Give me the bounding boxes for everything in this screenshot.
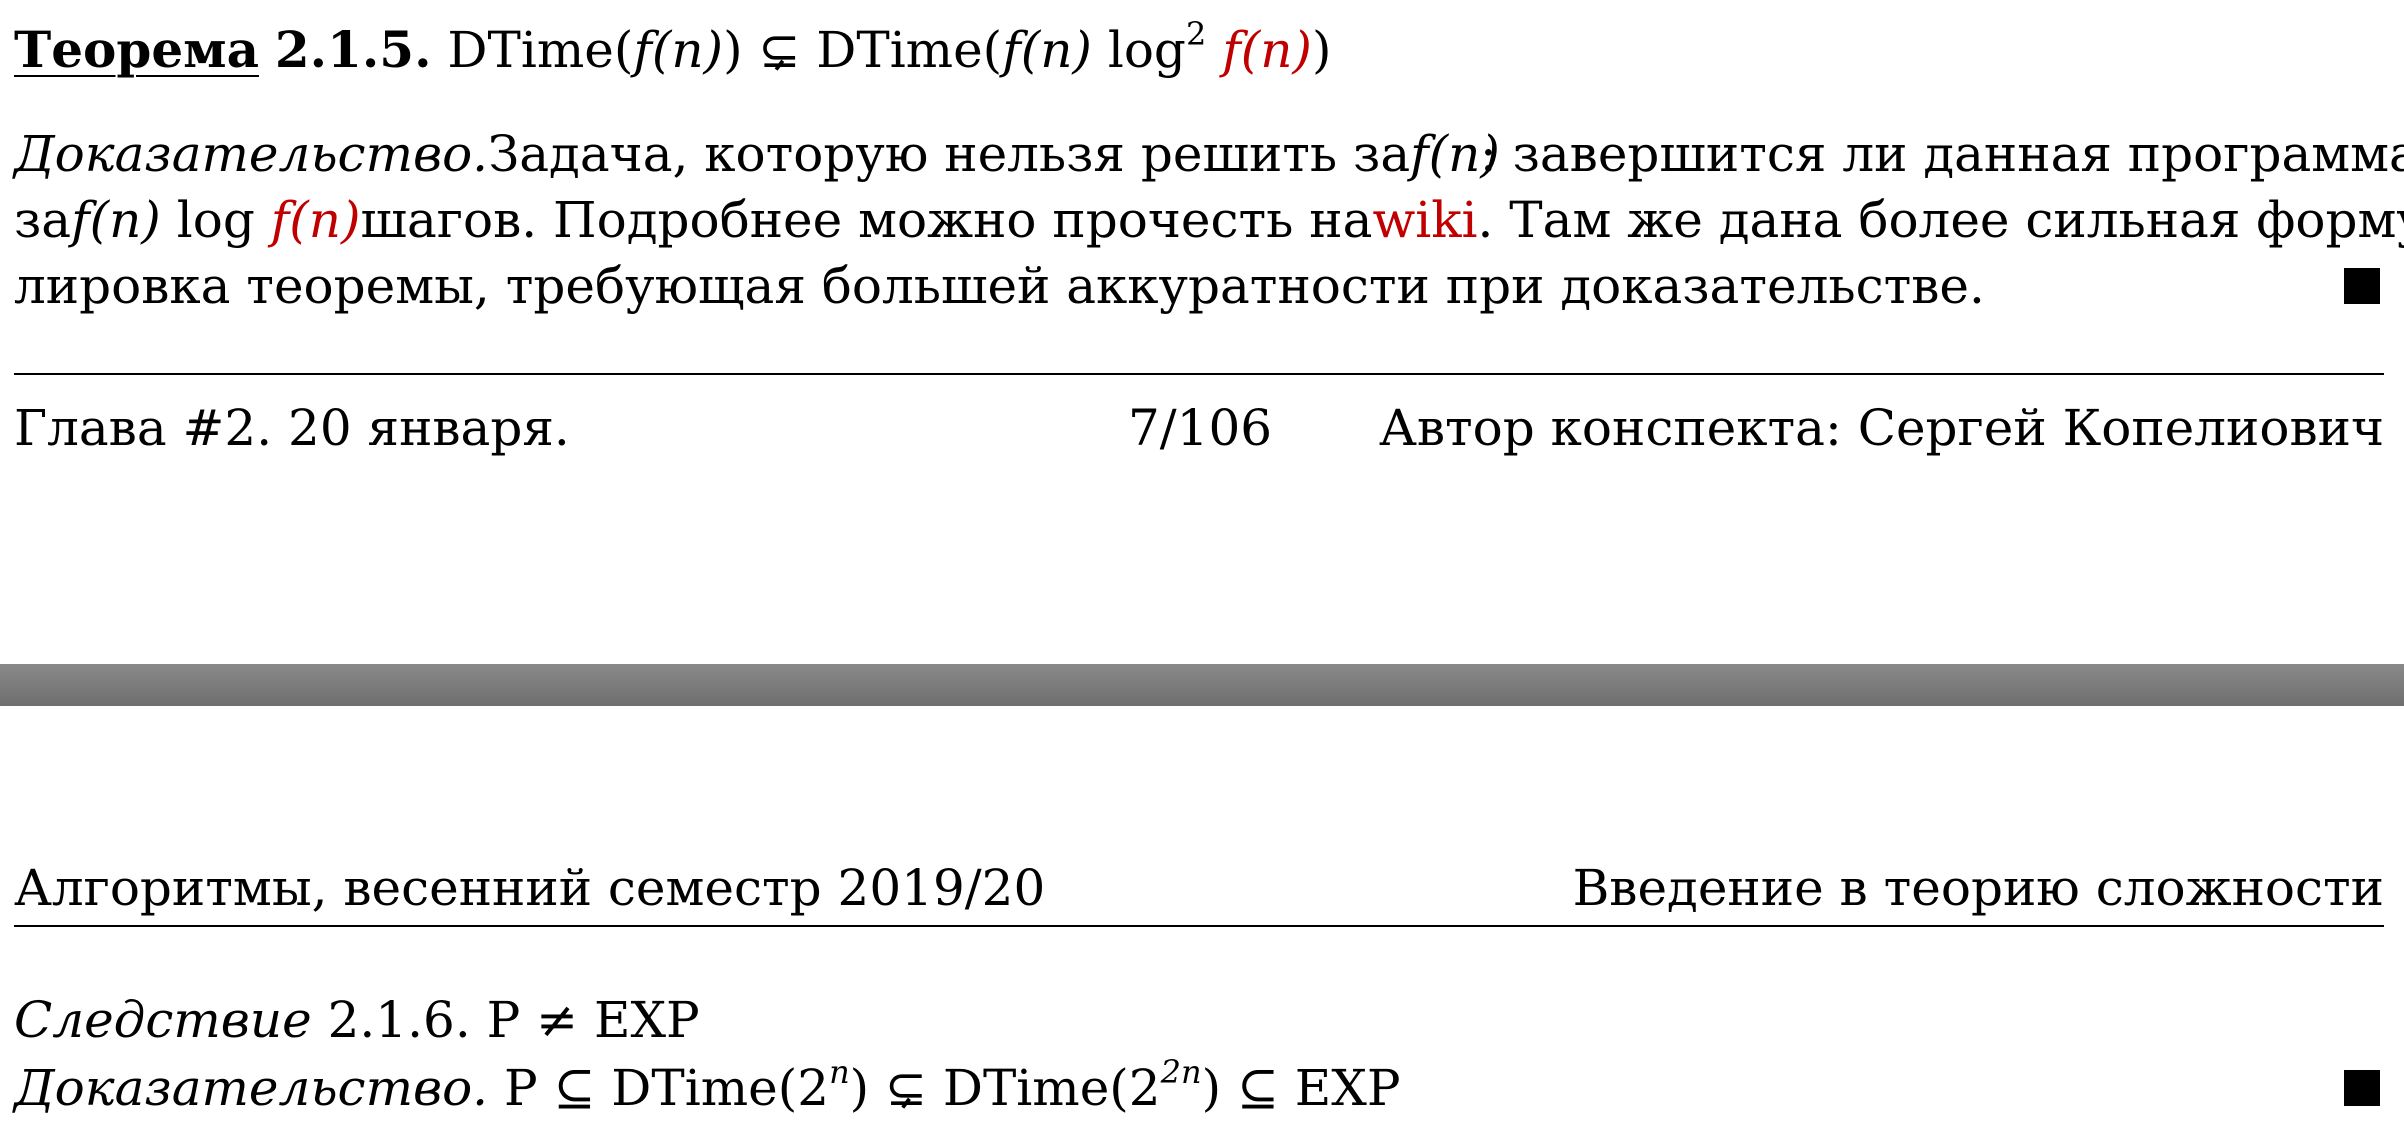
corollary-formula: P ≠ EXP: [486, 991, 700, 1049]
theorem-line: Теорема 2.1.5. DTime(f(n)) ⊊ DTime(f(n) …: [14, 18, 2384, 82]
footer-author: Автор конспекта: Сергей Копелиович: [1378, 399, 2384, 457]
proof2-label: Доказательство.: [14, 1059, 489, 1117]
proof2-line: Доказательство. P ⊆ DTime(2n) ⊊ DTime(22…: [14, 1056, 2384, 1120]
theorem-label: Теорема: [14, 20, 259, 79]
proof-line-1: Доказательство. Задача, которую нельзя р…: [14, 122, 2404, 186]
proof-label: Доказательство.: [14, 125, 489, 183]
corollary-line: Следствие 2.1.6. P ≠ EXP: [14, 988, 2384, 1052]
proof-line-3: лировка теоремы, требующая большей аккур…: [14, 257, 1985, 315]
page-separator: [0, 664, 2404, 706]
qed-square-2: [2344, 1070, 2380, 1106]
theorem-number: 2.1.5.: [274, 20, 432, 79]
wiki-link[interactable]: wiki: [1372, 191, 1477, 249]
theorem-formula: DTime(f(n)) ⊊ DTime(f(n) log2 f(n)): [447, 15, 1332, 79]
header-course: Алгоритмы, весенний семестр 2019/20: [14, 859, 1046, 917]
qed-square: [2344, 268, 2380, 304]
footer-chapter: Глава #2. 20 января.: [14, 399, 570, 457]
theorem-red-term: f(n): [1222, 21, 1312, 79]
corollary-number: 2.1.6.: [327, 991, 471, 1049]
proof2-formula: P ⊆ DTime(2n) ⊊ DTime(22n) ⊆ EXP: [503, 1053, 1401, 1117]
footer-page-number: 7/106: [1128, 399, 1273, 457]
header-topic: Введение в теорию сложности: [1572, 859, 2384, 917]
document-page: Теорема 2.1.5. DTime(f(n)) ⊊ DTime(f(n) …: [0, 0, 2404, 1122]
proof-line-2: за f(n) log f(n) шагов. Подробнее можно …: [14, 191, 2404, 249]
header-rule: [14, 925, 2384, 927]
corollary-label: Следствие: [14, 991, 312, 1049]
footer-rule: [14, 373, 2384, 375]
